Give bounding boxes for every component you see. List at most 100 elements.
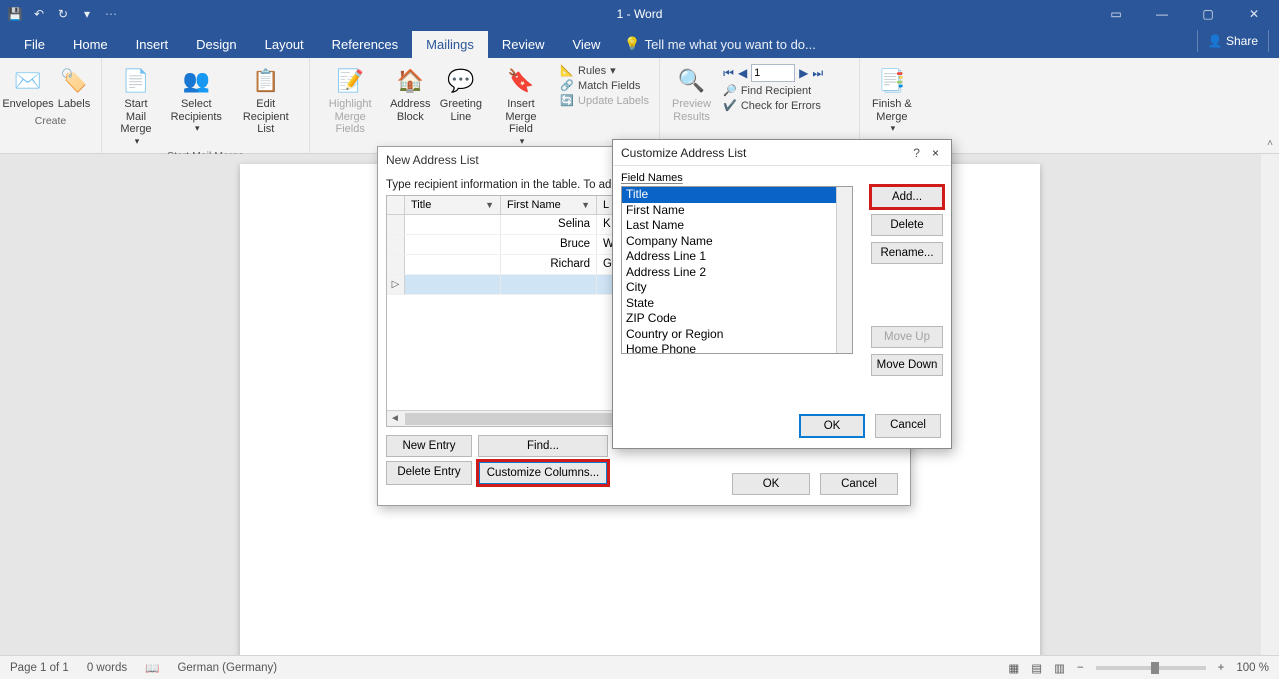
match-icon: 🔗	[560, 79, 574, 92]
record-nav[interactable]: ⏮ ◀ ▶ ⏭	[723, 64, 823, 82]
group-create-label: Create	[0, 113, 101, 131]
tab-layout[interactable]: Layout	[251, 31, 318, 58]
envelopes-button[interactable]: ✉️ Envelopes	[6, 62, 50, 113]
dialog2-help-icon[interactable]: ?	[905, 146, 928, 160]
dialog2-ok-button[interactable]: OK	[799, 414, 865, 438]
ribbon-tabs: File Home Insert Design Layout Reference…	[0, 28, 1279, 58]
find-recipient-button[interactable]: 🔎 Find Recipient	[723, 84, 823, 97]
add-field-button[interactable]: Add...	[871, 186, 943, 208]
preview-icon: 🔍	[678, 64, 705, 98]
prev-record-icon[interactable]: ◀	[738, 66, 747, 80]
rules-button[interactable]: 📐Rules ▾	[560, 64, 649, 77]
list-item[interactable]: Home Phone	[622, 342, 836, 354]
qat-customize-icon[interactable]: ▾	[78, 5, 96, 23]
tab-insert[interactable]: Insert	[122, 31, 183, 58]
listbox-scrollbar[interactable]	[836, 187, 852, 353]
list-item[interactable]: Last Name	[622, 218, 836, 234]
list-item[interactable]: State	[622, 296, 836, 312]
zoom-level[interactable]: 100 %	[1236, 662, 1269, 674]
close-icon[interactable]: ✕	[1241, 7, 1267, 21]
record-number-input[interactable]	[751, 64, 795, 82]
list-item[interactable]: Country or Region	[622, 327, 836, 343]
find-recipient-label: Find Recipient	[741, 85, 811, 97]
address-block-button[interactable]: 🏠 Address Block	[386, 62, 434, 125]
greeting-line-button[interactable]: 💬 Greeting Line	[436, 62, 485, 125]
col-title-header[interactable]: Title▼	[405, 196, 501, 214]
scroll-left-icon[interactable]: ◄	[387, 413, 403, 424]
dialog1-cancel-button[interactable]: Cancel	[820, 473, 898, 495]
share-icon: 👤	[1208, 34, 1223, 48]
edit-recipient-list-button[interactable]: 📋 Edit Recipient List	[229, 62, 303, 138]
redo-icon[interactable]: ↻	[54, 5, 72, 23]
dropdown-icon[interactable]: ▼	[485, 200, 494, 210]
tab-design[interactable]: Design	[182, 31, 250, 58]
dialog2-cancel-button[interactable]: Cancel	[875, 414, 941, 438]
move-down-button[interactable]: Move Down	[871, 354, 943, 376]
dialog2-title: Customize Address List	[621, 146, 746, 160]
proofing-icon[interactable]: 📖	[145, 661, 159, 675]
minimize-icon[interactable]: —	[1149, 7, 1175, 21]
rename-field-button[interactable]: Rename...	[871, 242, 943, 264]
check-icon: ✔️	[723, 99, 737, 112]
rules-label: Rules	[578, 65, 606, 77]
share-button[interactable]: 👤 Share	[1197, 30, 1269, 52]
dropdown-icon[interactable]: ▼	[581, 200, 590, 210]
select-recipients-button[interactable]: 👥 Select Recipients	[166, 62, 227, 136]
finish-merge-label: Finish & Merge	[872, 98, 912, 123]
customize-columns-button[interactable]: Customize Columns...	[478, 461, 608, 485]
save-icon[interactable]: 💾	[6, 5, 24, 23]
find-button[interactable]: Find...	[478, 435, 608, 457]
delete-field-button[interactable]: Delete	[871, 214, 943, 236]
dialog1-ok-button[interactable]: OK	[732, 473, 810, 495]
list-item[interactable]: Title	[622, 187, 836, 203]
list-item[interactable]: Address Line 1	[622, 249, 836, 265]
highlight-icon: 📝	[336, 64, 363, 98]
tab-references[interactable]: References	[318, 31, 412, 58]
tab-review[interactable]: Review	[488, 31, 559, 58]
zoom-out-icon[interactable]: −	[1077, 662, 1084, 674]
tab-mailings[interactable]: Mailings	[412, 31, 488, 58]
check-errors-label: Check for Errors	[741, 100, 821, 112]
tab-view[interactable]: View	[558, 31, 614, 58]
match-fields-label: Match Fields	[578, 80, 640, 92]
collapse-ribbon-icon[interactable]: ˄	[1267, 138, 1273, 149]
list-item[interactable]: First Name	[622, 203, 836, 219]
first-record-icon[interactable]: ⏮	[723, 66, 734, 81]
status-page[interactable]: Page 1 of 1	[10, 662, 69, 674]
status-language[interactable]: German (Germany)	[177, 662, 277, 674]
vertical-scrollbar[interactable]	[1261, 154, 1279, 655]
start-mail-merge-button[interactable]: 📄 Start Mail Merge	[108, 62, 164, 148]
read-mode-icon[interactable]: ▦	[1008, 661, 1019, 675]
zoom-in-icon[interactable]: +	[1218, 662, 1225, 674]
tab-home[interactable]: Home	[59, 31, 122, 58]
last-record-icon[interactable]: ⏭	[812, 66, 823, 81]
undo-icon[interactable]: ↶	[30, 5, 48, 23]
zoom-slider[interactable]	[1096, 666, 1206, 670]
print-layout-icon[interactable]: ▤	[1031, 661, 1042, 675]
new-entry-button[interactable]: New Entry	[386, 435, 472, 457]
finish-merge-button[interactable]: 📑 Finish & Merge	[866, 62, 918, 136]
list-item[interactable]: Address Line 2	[622, 265, 836, 281]
address-block-label: Address Block	[390, 98, 430, 123]
match-fields-button[interactable]: 🔗 Match Fields	[560, 79, 649, 92]
check-errors-button[interactable]: ✔️ Check for Errors	[723, 99, 823, 112]
status-words[interactable]: 0 words	[87, 662, 127, 674]
list-item[interactable]: ZIP Code	[622, 311, 836, 327]
dialog2-close-icon[interactable]: ×	[928, 146, 943, 160]
maximize-icon[interactable]: ▢	[1195, 7, 1221, 21]
highlight-merge-fields-label: Highlight Merge Fields	[322, 98, 378, 136]
find-icon: 🔎	[723, 84, 737, 97]
ribbon-display-icon[interactable]: ▭	[1103, 7, 1129, 21]
col-first-header[interactable]: First Name▼	[501, 196, 597, 214]
insert-merge-field-button[interactable]: 🔖 Insert Merge Field	[488, 62, 555, 148]
list-item[interactable]: Company Name	[622, 234, 836, 250]
web-layout-icon[interactable]: ▥	[1054, 661, 1065, 675]
labels-button[interactable]: 🏷️ Labels	[52, 62, 96, 113]
tell-me-search[interactable]: 💡 Tell me what you want to do...	[614, 30, 825, 58]
delete-entry-button[interactable]: Delete Entry	[386, 461, 472, 485]
next-record-icon[interactable]: ▶	[799, 66, 808, 80]
list-item[interactable]: City	[622, 280, 836, 296]
field-names-listbox[interactable]: TitleFirst NameLast NameCompany NameAddr…	[621, 186, 853, 354]
qat-touch-icon[interactable]: ⋯	[102, 5, 120, 23]
tab-file[interactable]: File	[10, 31, 59, 58]
